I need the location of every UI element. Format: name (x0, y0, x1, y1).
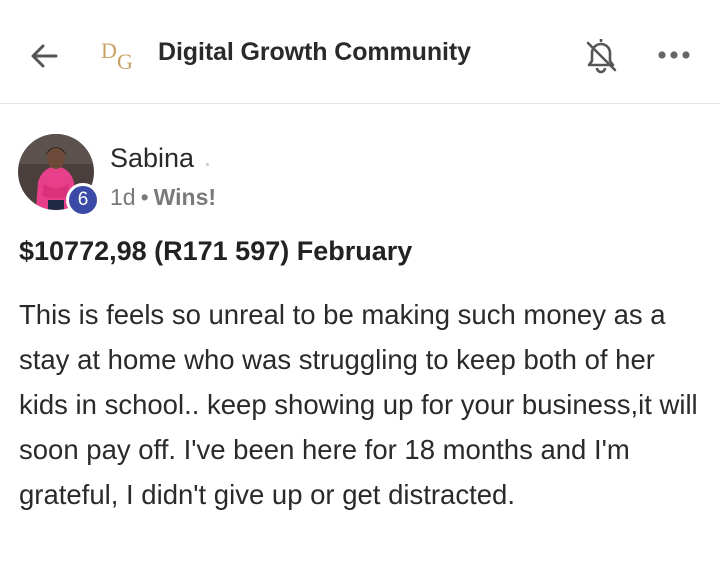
more-options-button[interactable] (652, 40, 696, 70)
svg-text:D: D (101, 38, 117, 63)
author-name[interactable]: Sabina (110, 143, 194, 174)
more-horizontal-icon (658, 51, 690, 59)
online-indicator (206, 163, 209, 166)
community-logo: D G (100, 36, 144, 76)
post-category[interactable]: Wins! (154, 184, 216, 210)
bell-off-icon (586, 39, 617, 74)
post-title: $10772,98 (R171 597) February (19, 236, 413, 266)
meta-separator: • (140, 184, 149, 210)
post-meta: 1d • Wins! (110, 184, 216, 211)
level-badge: 6 (66, 183, 100, 217)
arrow-left-icon (31, 44, 58, 68)
back-button[interactable] (26, 36, 66, 76)
post-body: This is feels so unreal to be making suc… (19, 299, 698, 510)
notifications-off-button[interactable] (580, 34, 622, 76)
top-app-bar: D G Digital Growth Community (0, 0, 720, 104)
author-avatar[interactable]: 6 (18, 134, 100, 217)
svg-text:G: G (117, 49, 133, 74)
post-time: 1d (110, 184, 136, 210)
community-title[interactable]: Digital Growth Community (158, 38, 471, 67)
